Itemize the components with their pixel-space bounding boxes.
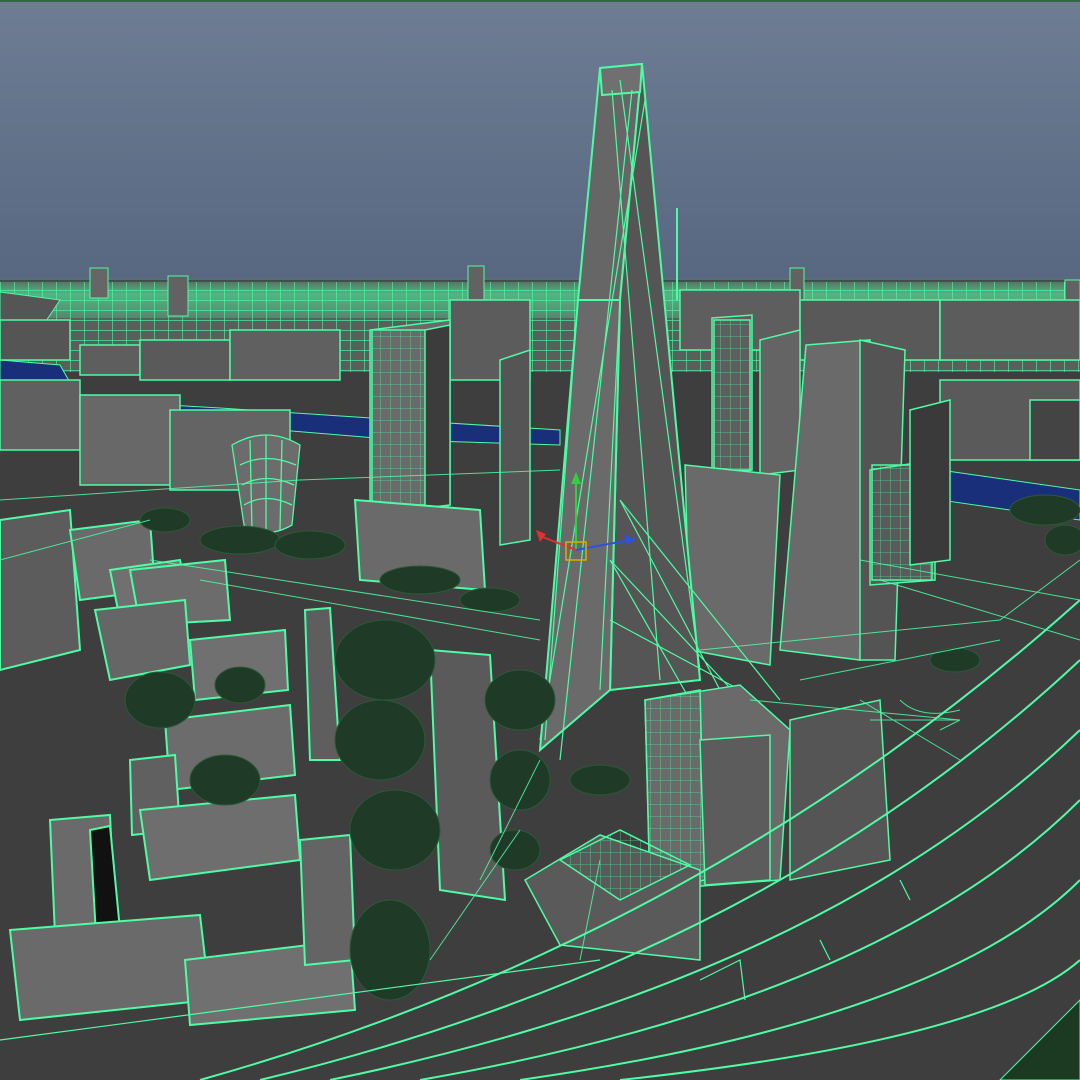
maya-3d-viewport[interactable] <box>0 0 1080 1080</box>
city-wireframe-scene[interactable] <box>0 0 1080 1080</box>
sky-background <box>0 0 1080 300</box>
